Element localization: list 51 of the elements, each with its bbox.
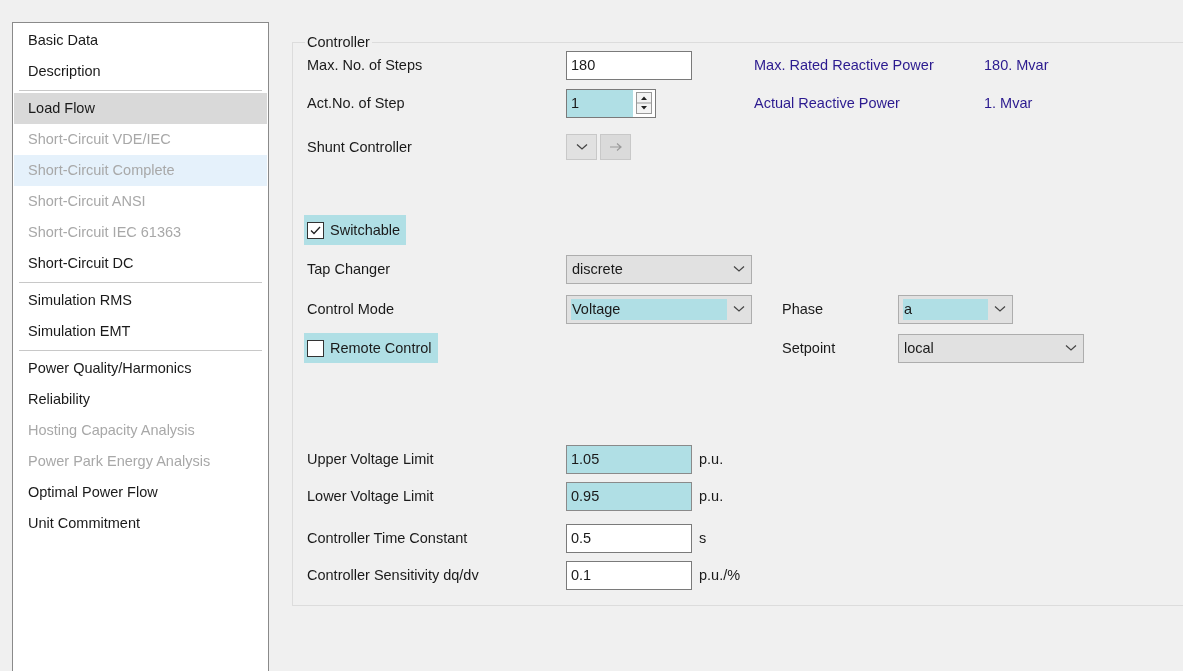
sidebar-item[interactable]: Unit Commitment bbox=[14, 508, 267, 539]
unit-label: p.u. bbox=[699, 451, 724, 467]
field-label: Setpoint bbox=[782, 340, 837, 356]
field-label: Act.No. of Step bbox=[307, 95, 405, 111]
field-label: Shunt Controller bbox=[307, 139, 412, 155]
input-field[interactable]: 0.95 bbox=[566, 481, 692, 511]
unit-label: s bbox=[699, 530, 707, 546]
chevron-down-icon bbox=[1065, 344, 1077, 352]
unit-label: p.u./% bbox=[699, 567, 741, 583]
group-title: Controller bbox=[306, 34, 371, 50]
sidebar-item[interactable]: Simulation EMT bbox=[14, 316, 267, 347]
field-label: Phase bbox=[782, 301, 825, 317]
field-label: Lower Voltage Limit bbox=[307, 488, 434, 504]
info-value: 180. Mvar bbox=[984, 57, 1049, 73]
sidebar-item[interactable]: Simulation RMS bbox=[14, 285, 267, 316]
arrow-right-icon bbox=[608, 142, 623, 152]
field-label: Max. No. of Steps bbox=[307, 57, 423, 73]
input-field[interactable]: 0.5 bbox=[566, 523, 692, 553]
sidebar-item[interactable]: Power Quality/Harmonics bbox=[14, 353, 267, 384]
chevron-down-icon bbox=[733, 305, 745, 313]
dropdown[interactable]: discrete bbox=[566, 254, 752, 284]
field-label: Controller Time Constant bbox=[307, 530, 468, 546]
checkbox[interactable]: Switchable bbox=[304, 215, 407, 245]
dropdown[interactable]: Voltage bbox=[566, 294, 752, 324]
sidebar-item[interactable]: Description bbox=[14, 56, 267, 87]
field-label: Control Mode bbox=[307, 301, 395, 317]
field-label: Tap Changer bbox=[307, 261, 391, 277]
info-label: Max. Rated Reactive Power bbox=[754, 57, 935, 73]
spin-arrows-icon[interactable] bbox=[636, 92, 652, 114]
chevron-down-icon bbox=[994, 305, 1006, 313]
chevron-down-icon bbox=[733, 265, 745, 273]
input-field[interactable]: 180 bbox=[566, 50, 692, 80]
info-value: 1. Mvar bbox=[984, 95, 1033, 111]
sidebar-item[interactable]: Load Flow bbox=[14, 93, 267, 124]
spin-field[interactable]: 1 bbox=[566, 88, 656, 118]
input-field[interactable]: 1.05 bbox=[566, 444, 692, 474]
chevron-down-icon bbox=[575, 143, 588, 151]
field-label: Controller Sensitivity dq/dv bbox=[307, 567, 479, 583]
dropdown[interactable]: a bbox=[898, 294, 1013, 324]
dropdown[interactable]: local bbox=[898, 333, 1084, 363]
sidebar-item[interactable]: Optimal Power Flow bbox=[14, 477, 267, 508]
dropdown-button[interactable] bbox=[566, 134, 597, 160]
sidebar-item[interactable]: Basic Data bbox=[14, 25, 267, 56]
arrow-button[interactable] bbox=[600, 134, 631, 160]
input-field[interactable]: 0.1 bbox=[566, 560, 692, 590]
unit-label: p.u. bbox=[699, 488, 724, 504]
sidebar-item[interactable]: Reliability bbox=[14, 384, 267, 415]
checkbox[interactable]: Remote Control bbox=[304, 333, 438, 363]
field-label: Upper Voltage Limit bbox=[307, 451, 434, 467]
info-label: Actual Reactive Power bbox=[754, 95, 901, 111]
sidebar-item[interactable]: Short-Circuit DC bbox=[14, 248, 267, 279]
